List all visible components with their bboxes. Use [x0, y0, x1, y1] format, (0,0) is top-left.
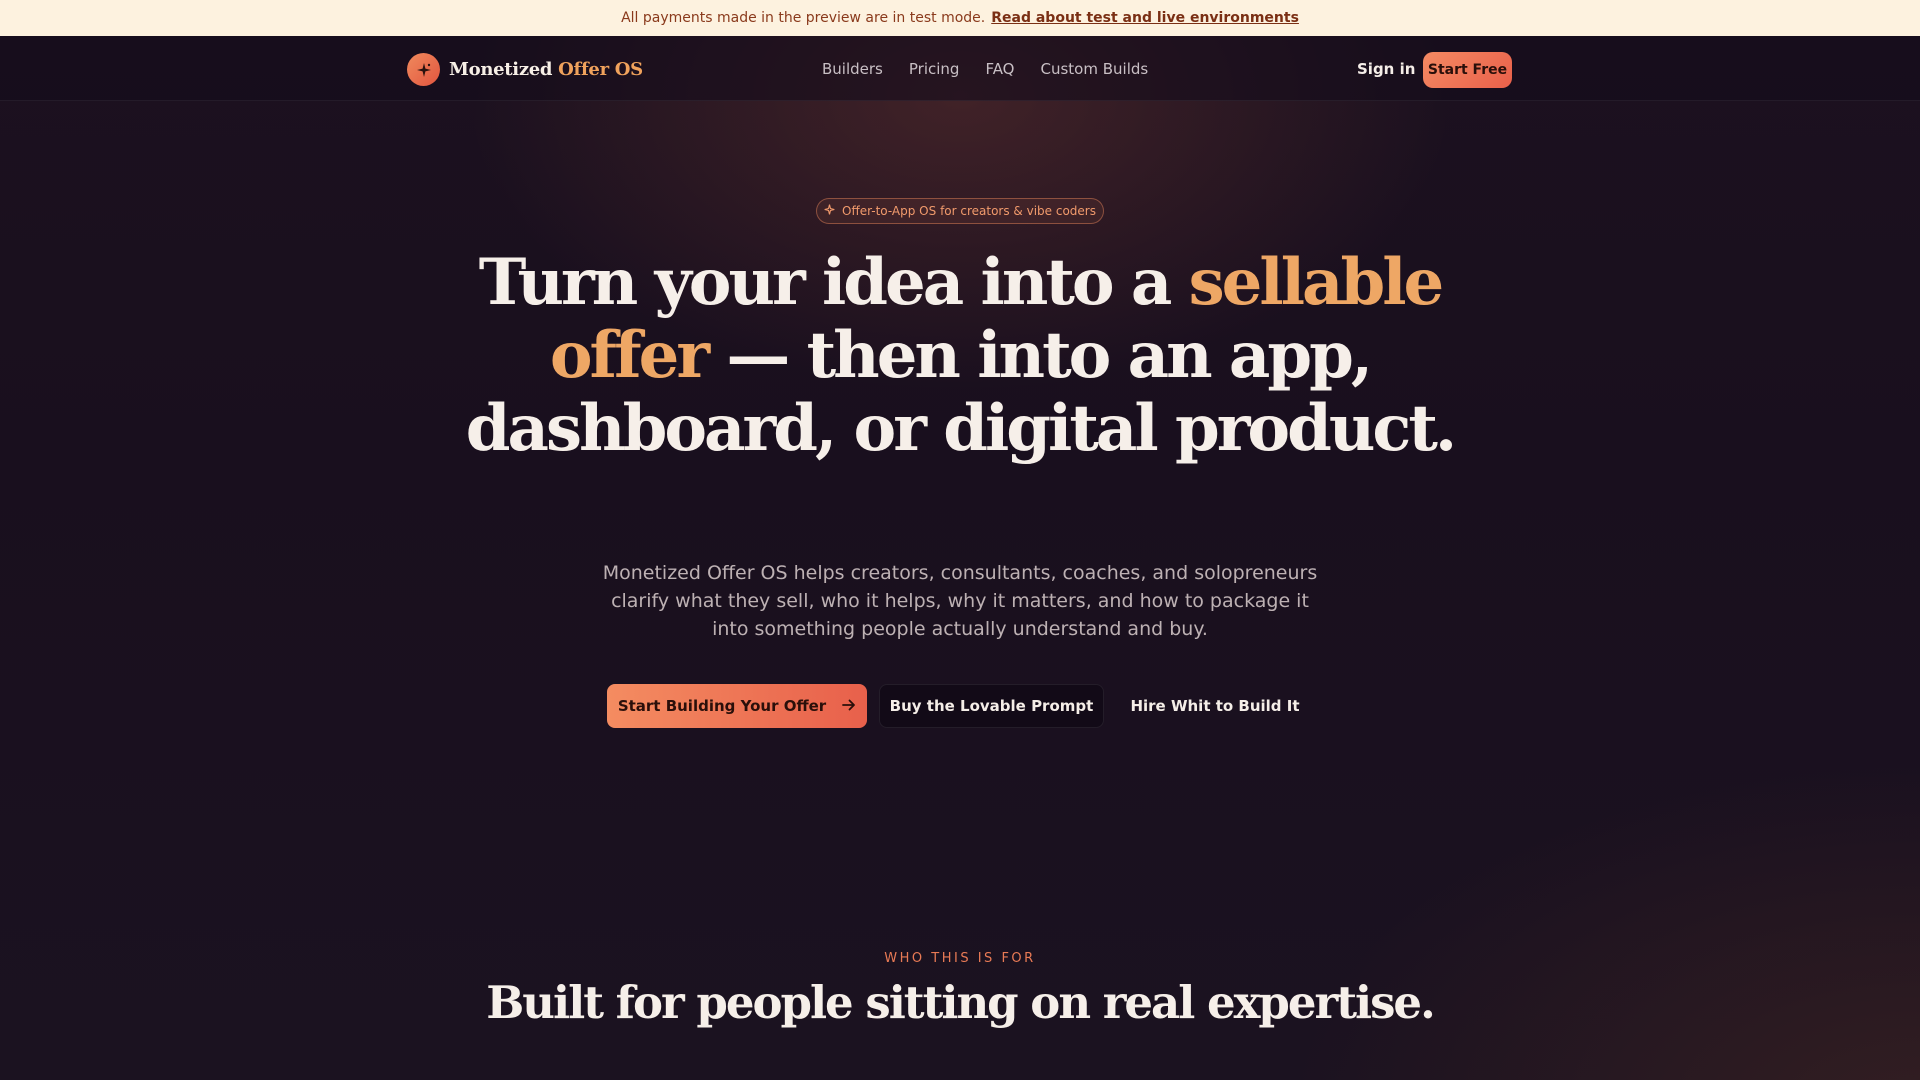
- top-nav: Monetized Offer OS Builders Pricing FAQ …: [0, 36, 1920, 101]
- brand-logo[interactable]: Monetized Offer OS: [407, 53, 643, 86]
- brand-name: Monetized Offer OS: [449, 59, 643, 80]
- hero-badge-text: Offer-to-App OS for creators & vibe code…: [842, 204, 1096, 218]
- hero-title: Turn your idea into a sellable offer — t…: [460, 246, 1460, 465]
- sign-in-link[interactable]: Sign in: [1357, 60, 1415, 78]
- brand-name-part1: Monetized: [449, 59, 553, 80]
- sparkle-icon: [407, 53, 440, 86]
- hero-cta-row: Start Building Your Offer Buy the Lovabl…: [0, 684, 1920, 728]
- banner-link[interactable]: Read about test and live environments: [991, 10, 1299, 26]
- brand-name-part2: Offer OS: [558, 59, 643, 80]
- hero-title-part1: Turn your idea into a: [478, 245, 1189, 320]
- hero-subtitle: Monetized Offer OS helps creators, consu…: [602, 562, 1318, 640]
- section-title: Built for people sitting on real experti…: [486, 976, 1435, 1029]
- test-mode-banner: All payments made in the preview are in …: [0, 0, 1920, 36]
- arrow-right-icon: [842, 697, 856, 715]
- start-free-button[interactable]: Start Free: [1423, 52, 1512, 88]
- section-eyebrow: WHO THIS IS FOR: [884, 951, 1036, 966]
- start-building-button[interactable]: Start Building Your Offer: [607, 684, 867, 728]
- buy-prompt-button[interactable]: Buy the Lovable Prompt: [879, 684, 1104, 728]
- hero-badge: Offer-to-App OS for creators & vibe code…: [816, 198, 1104, 224]
- sparkle-icon: [824, 204, 835, 218]
- nav-links: Builders Pricing FAQ Custom Builds: [822, 60, 1174, 78]
- start-building-label: Start Building Your Offer: [617, 697, 827, 715]
- banner-text: All payments made in the preview are in …: [621, 10, 986, 26]
- nav-link-pricing[interactable]: Pricing: [909, 60, 960, 78]
- page-background: [0, 36, 1920, 1080]
- nav-link-custom-builds[interactable]: Custom Builds: [1041, 60, 1149, 78]
- hire-whit-button[interactable]: Hire Whit to Build It: [1115, 684, 1315, 728]
- nav-link-faq[interactable]: FAQ: [985, 60, 1014, 78]
- nav-link-builders[interactable]: Builders: [822, 60, 883, 78]
